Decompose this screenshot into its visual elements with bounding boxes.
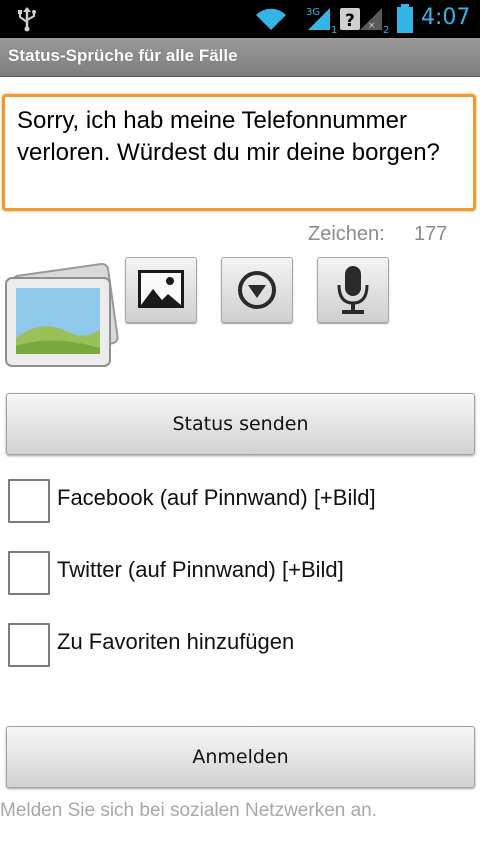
signal-3g-icon: 3G 1 <box>306 4 338 38</box>
facebook-checkbox[interactable] <box>8 479 50 523</box>
signal-no-sim-icon: ? × 2 <box>340 4 390 38</box>
wifi-icon <box>254 6 288 36</box>
dropdown-button[interactable] <box>221 257 293 323</box>
message-text[interactable]: Sorry, ich hab meine Telefonnummer verlo… <box>17 105 467 169</box>
voice-input-button[interactable] <box>317 257 389 323</box>
usb-icon <box>16 6 38 36</box>
message-input[interactable]: Sorry, ich hab meine Telefonnummer verlo… <box>2 94 476 211</box>
character-count-value: 177 <box>414 223 448 245</box>
dropdown-circle-icon <box>238 271 276 309</box>
battery-icon <box>396 4 414 38</box>
twitter-checkbox[interactable] <box>8 551 50 595</box>
login-button[interactable]: Anmelden <box>6 726 475 788</box>
send-status-button[interactable]: Status senden <box>6 393 475 455</box>
clock: 4:07 <box>421 5 471 30</box>
pick-picture-button[interactable] <box>125 257 197 323</box>
title-bar: Status-Sprüche für alle Fälle <box>0 38 480 77</box>
app-title: Status-Sprüche für alle Fälle <box>8 46 238 65</box>
character-count-label: Zeichen: <box>308 223 385 245</box>
twitter-option-label: Twitter (auf Pinnwand) [+Bild] <box>57 557 344 582</box>
sim1-label: 1 <box>331 25 337 34</box>
no-sim-label: ? <box>345 11 355 31</box>
favorites-option-label: Zu Favoriten hinzufügen <box>57 629 295 654</box>
photo-gallery-icon[interactable] <box>2 260 120 374</box>
favorites-checkbox[interactable] <box>8 623 50 667</box>
microphone-icon <box>337 266 369 314</box>
facebook-option-label: Facebook (auf Pinnwand) [+Bild] <box>57 485 376 510</box>
sim2-label: 2 <box>383 25 389 34</box>
network-badge: 3G <box>306 7 320 18</box>
login-hint: Melden Sie sich bei sozialen Netzwerken … <box>0 800 378 821</box>
svg-text:×: × <box>368 21 376 31</box>
status-bar: 3G 1 ? × 2 4:07 <box>0 0 480 38</box>
picture-icon <box>138 270 184 308</box>
